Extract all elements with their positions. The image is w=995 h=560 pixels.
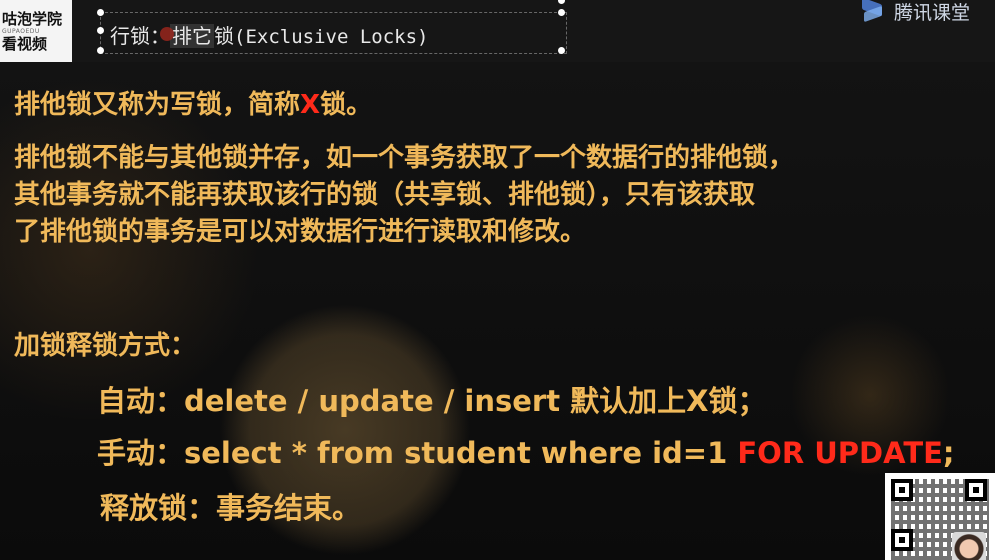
resize-handle-top-right[interactable] — [558, 9, 565, 16]
brand-name: 咕泡学院 — [2, 9, 63, 28]
platform-watermark: 腾讯课堂 — [860, 0, 995, 23]
manual-lock-sql: 手动：select * from student where id=1 — [97, 436, 738, 470]
resize-handle-bottom-right[interactable] — [558, 47, 565, 54]
for-update-keyword: FOR UPDATE — [737, 436, 943, 470]
definition-text: 排他锁又称为写锁，简称 — [14, 90, 301, 120]
qr-finder-top-left — [891, 479, 913, 501]
resize-handle-left[interactable] — [97, 27, 104, 34]
brand-subtitle: GUPAOEDU — [2, 27, 40, 35]
release-lock-line: 释放锁：事务结束。 — [100, 491, 362, 525]
manual-lock-end: ; — [942, 436, 955, 470]
resize-handle-top[interactable] — [558, 0, 565, 4]
title-highlight: 排它 — [170, 24, 214, 48]
methods-heading: 加锁释锁方式： — [14, 331, 197, 361]
description-line-2: 其他事务就不能再获取该行的锁（共享锁、排他锁），只有该获取 — [14, 180, 756, 210]
description-paragraph: 排他锁不能与其他锁并存，如一个事务获取了一个数据行的排他锁， 其他事务就不能再获… — [14, 140, 989, 251]
presenter-avatar — [952, 532, 986, 560]
watermark-text: 腾讯课堂 — [894, 1, 971, 23]
manual-lock-line: 手动：select * from student where id=1 FOR … — [97, 430, 955, 472]
qr-finder-top-right — [965, 479, 987, 501]
definition-line: 排他锁又称为写锁，简称X锁。 — [14, 84, 372, 121]
auto-lock-line: 自动：delete / update / insert 默认加上X锁； — [97, 384, 767, 418]
description-line-3: 了排他锁的事务是可以对数据行进行读取和修改。 — [14, 217, 587, 247]
resize-handle-top-left[interactable] — [97, 9, 104, 16]
brand-logo: 咕泡学院 GUPAOEDU 看视频 — [0, 0, 72, 62]
title-suffix: 锁 — [214, 24, 234, 48]
resize-handle-bottom-left[interactable] — [97, 47, 104, 54]
brand-tagline: 看视频 — [2, 34, 48, 53]
qr-finder-bottom-left — [891, 529, 913, 551]
slide-title: 行锁： 排它 锁(Exclusive Locks) — [110, 20, 428, 49]
description-line-1: 排他锁不能与其他锁并存，如一个事务获取了一个数据行的排他锁， — [14, 143, 795, 173]
tencent-classroom-logo-icon — [860, 1, 886, 21]
definition-end: 锁。 — [320, 90, 373, 120]
title-english: (Exclusive Locks) — [234, 26, 429, 48]
slide-title-bar: 咕泡学院 GUPAOEDU 看视频 行锁： 排它 锁(Exclusive Locks… — [0, 0, 995, 62]
x-letter: X — [300, 90, 321, 120]
